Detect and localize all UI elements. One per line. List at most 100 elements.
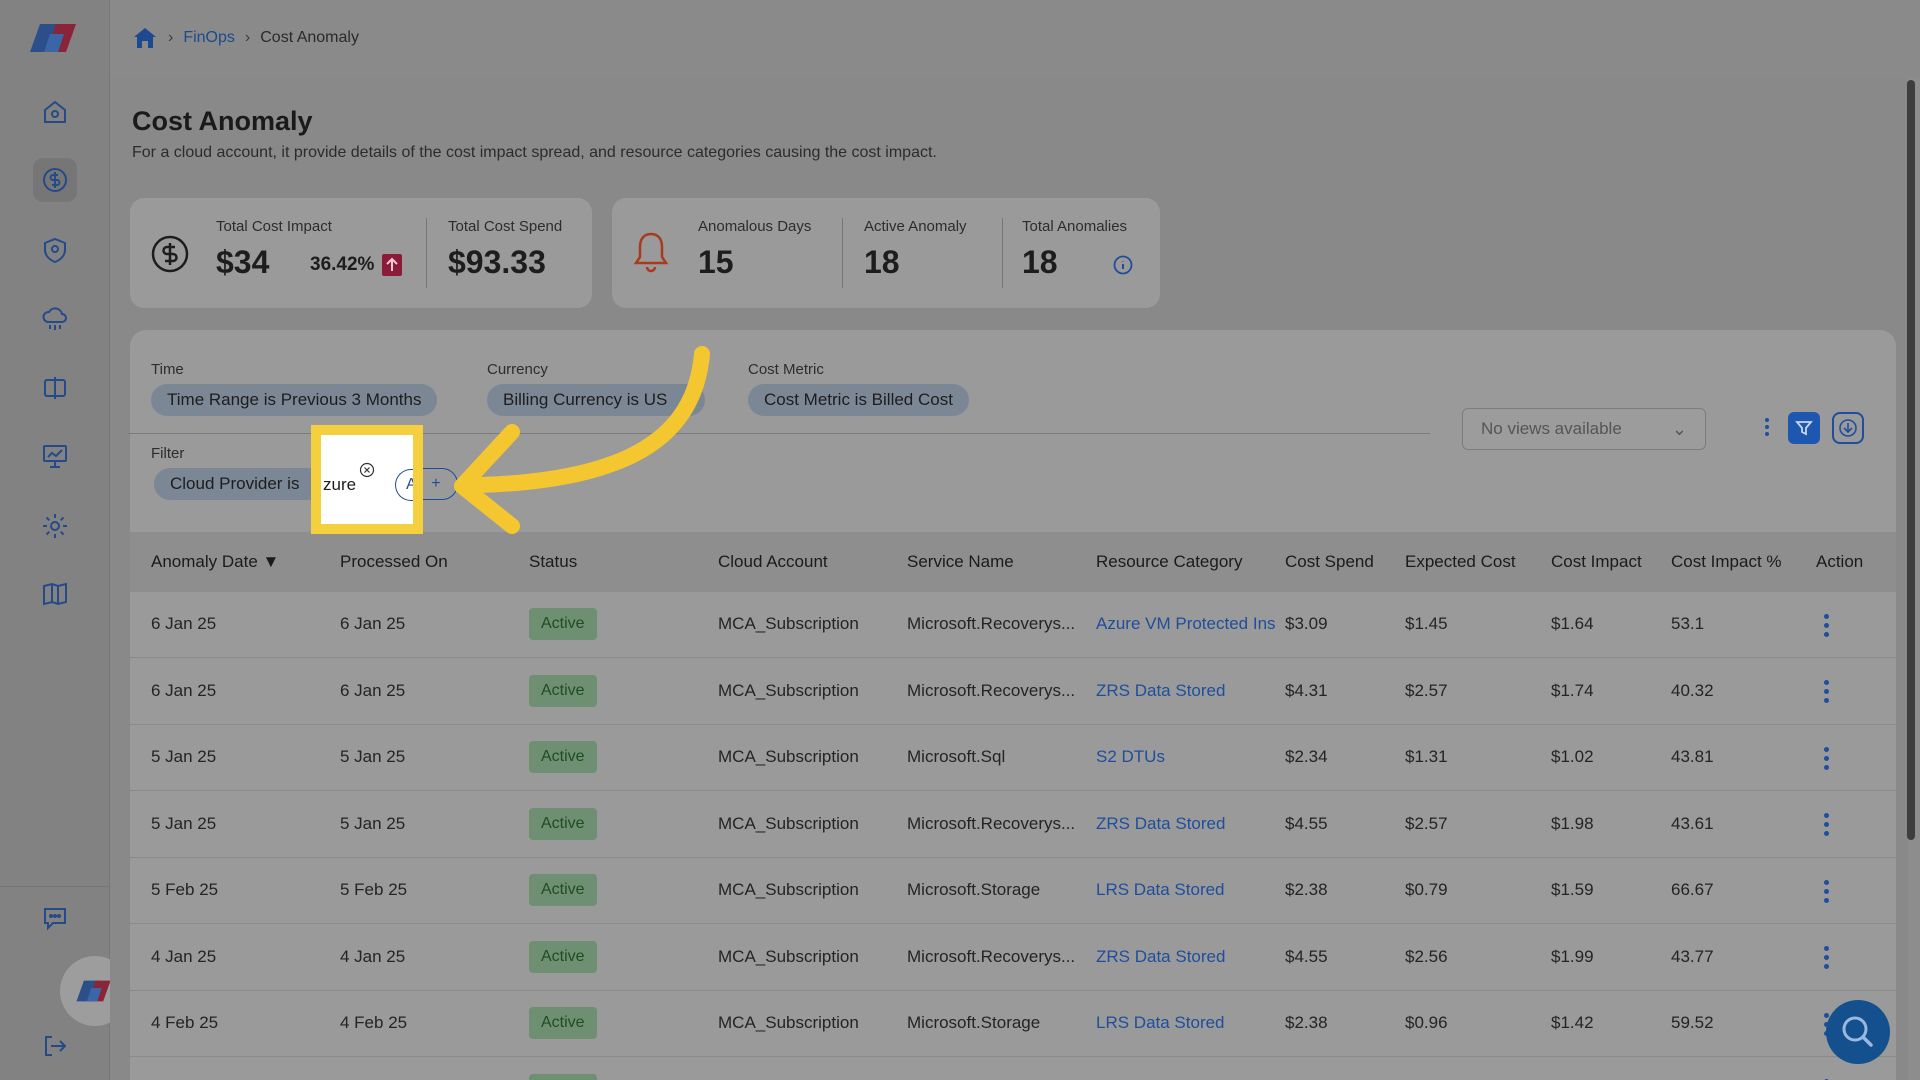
table-cell: $4.31 — [1285, 680, 1328, 700]
row-action-more-icon[interactable] — [1821, 944, 1831, 972]
app-logo[interactable] — [28, 20, 82, 56]
col-service-name[interactable]: Service Name — [907, 552, 1014, 572]
table-cell: Microsoft.Recoverys... — [907, 946, 1076, 966]
table-cell: $1.31 — [1405, 747, 1448, 766]
chip-close-icon[interactable] — [359, 462, 375, 478]
col-cost-spend[interactable]: Cost Spend — [1285, 552, 1374, 572]
resource-category-link[interactable]: LRS Data Stored — [1096, 880, 1225, 900]
table-cell: 53.1 — [1671, 614, 1705, 633]
table-cell: 59.52 — [1671, 1013, 1714, 1032]
nav-home-icon[interactable] — [33, 90, 77, 134]
table-row[interactable]: 4 Jan 25 4 Jan 25 Active MCA_Subscription Mi… — [130, 924, 1896, 991]
help-search-fab[interactable] — [1826, 1000, 1890, 1064]
nav-compare-icon[interactable] — [33, 366, 77, 410]
table-cell: 5 Jan 25 — [340, 747, 406, 766]
table-cell: Microsoft.Recoverys... — [907, 680, 1076, 700]
table-cell: MCA_Subscription — [718, 614, 859, 633]
search-icon — [1842, 1016, 1873, 1047]
table-cell: $0.96 — [1405, 1013, 1448, 1032]
table-cell: 4 Feb 25 — [151, 1013, 219, 1032]
table-cell: 66.67 — [1671, 880, 1714, 899]
table-cell: Microsoft.Recoverys... — [907, 614, 1076, 633]
main-content: Cost Anomaly For a cloud account, it pro… — [110, 78, 1908, 1080]
breadcrumb-finops[interactable]: FinOps — [183, 29, 235, 47]
status-badge: Active — [529, 807, 597, 840]
resource-category-link[interactable]: Azure VM Protected Ins — [1096, 614, 1276, 634]
table-cell: 40.32 — [1671, 680, 1714, 700]
nav-dashboard-icon[interactable] — [33, 434, 77, 478]
col-resource-category[interactable]: Resource Category — [1096, 552, 1242, 572]
nav-finops-icon[interactable] — [33, 158, 77, 202]
col-processed-on[interactable]: Processed On — [340, 552, 448, 572]
row-action-more-icon[interactable] — [1821, 611, 1831, 639]
sidebar-divider — [0, 886, 110, 887]
status-badge: Active — [529, 1073, 597, 1080]
table-row[interactable]: 5 Jan 25 5 Jan 25 Active MCA_Subscription Mi… — [130, 725, 1896, 791]
table-cell: 5 Jan 25 — [151, 747, 217, 766]
table-cell: 5 Feb 25 — [340, 880, 408, 899]
table-cell: Microsoft.Sql — [907, 747, 1006, 766]
col-cost-impact-pct[interactable]: Cost Impact % — [1671, 552, 1782, 572]
table-row[interactable]: 6 Jan 25 6 Jan 25 Active MCA_Subscription Mi… — [130, 658, 1896, 725]
col-anomaly-date[interactable]: Anomaly Date ▼ — [151, 552, 279, 572]
table-row[interactable]: 31 Dec 2431 Dec 24ActiveMCA_Subscription… — [130, 1057, 1896, 1080]
sort-desc-icon[interactable]: ▼ — [263, 552, 280, 571]
nav-settings-gear-icon[interactable] — [33, 504, 77, 548]
table-cell: MCA_Subscription — [718, 747, 859, 766]
nav-docs-book-icon[interactable] — [33, 572, 77, 616]
table-cell: $3.09 — [1285, 614, 1328, 633]
page-scrollbar[interactable] — [1907, 80, 1915, 840]
nav-cloud-icon[interactable] — [33, 296, 77, 340]
anomalous-days-label: Anomalous Days — [698, 218, 812, 235]
col-cloud-account[interactable]: Cloud Account — [718, 552, 828, 572]
table-cell: 4 Jan 25 — [340, 946, 406, 966]
resource-category-link[interactable]: LRS Data Stored — [1096, 1013, 1225, 1033]
resource-category-link[interactable]: ZRS Data Stored — [1096, 814, 1225, 834]
funnel-icon — [1795, 421, 1813, 436]
kpi-divider — [1002, 218, 1003, 288]
kpi-card-cost: Total Cost Impact $34 36.42% Total Cost … — [130, 198, 592, 308]
resource-category-link[interactable]: S2 DTUs — [1096, 747, 1165, 767]
kpi-divider — [426, 218, 427, 288]
status-badge: Active — [529, 940, 597, 973]
col-status[interactable]: Status — [529, 552, 577, 572]
status-badge: Active — [529, 741, 597, 773]
cost-metric-chip[interactable]: Cost Metric is Billed Cost — [748, 384, 969, 416]
table-cell: 43.61 — [1671, 813, 1714, 833]
resource-category-link[interactable]: ZRS Data Stored — [1096, 681, 1225, 701]
row-action-more-icon[interactable] — [1821, 811, 1831, 839]
row-action-more-icon[interactable] — [1821, 1077, 1831, 1080]
table-cell: 6 Jan 25 — [151, 614, 217, 633]
nav-chat-icon[interactable] — [33, 896, 77, 940]
breadcrumb-current: Cost Anomaly — [260, 29, 359, 46]
views-more-icon[interactable] — [1757, 413, 1777, 441]
download-button[interactable] — [1832, 412, 1864, 444]
highlight-add-button[interactable]: AD — [395, 469, 413, 501]
col-expected-cost[interactable]: Expected Cost — [1405, 552, 1516, 572]
table-row[interactable]: 6 Jan 25 6 Jan 25 Active MCA_Subscription Mi… — [130, 592, 1896, 658]
home-icon[interactable] — [132, 26, 158, 50]
info-icon[interactable] — [1112, 254, 1134, 276]
resource-category-link[interactable]: ZRS Data Stored — [1096, 947, 1225, 967]
views-placeholder: No views available — [1481, 419, 1622, 438]
table-row[interactable]: 4 Feb 25 4 Feb 25 Active MCA_Subscription Mi… — [130, 991, 1896, 1057]
row-action-more-icon[interactable] — [1821, 877, 1831, 905]
table-cell: 6 Jan 25 — [151, 680, 217, 700]
time-range-chip[interactable]: Time Range is Previous 3 Months — [151, 384, 438, 416]
table-row[interactable]: 5 Jan 25 5 Jan 25 Active MCA_Subscription Mi… — [130, 791, 1896, 858]
cloud-provider-chip[interactable]: Cloud Provider is — [154, 468, 324, 500]
nav-logout-icon[interactable] — [33, 1024, 77, 1068]
chevron-right-icon: › — [244, 29, 251, 46]
table-cell: Microsoft.Recoverys... — [907, 813, 1076, 833]
table-cell: $2.57 — [1405, 680, 1448, 700]
row-action-more-icon[interactable] — [1821, 744, 1831, 772]
table-row[interactable]: 5 Feb 25 5 Feb 25 Active MCA_Subscription Mi… — [130, 858, 1896, 924]
views-dropdown[interactable]: No views available ⌄ — [1462, 408, 1706, 450]
nav-security-shield-icon[interactable] — [33, 228, 77, 272]
row-action-more-icon[interactable] — [1821, 678, 1831, 706]
total-cost-impact-value: $34 — [216, 244, 270, 280]
table-cell: $2.56 — [1405, 946, 1448, 966]
col-cost-impact[interactable]: Cost Impact — [1551, 552, 1642, 572]
filter-funnel-button[interactable] — [1788, 412, 1820, 444]
col-action: Action — [1816, 552, 1864, 571]
